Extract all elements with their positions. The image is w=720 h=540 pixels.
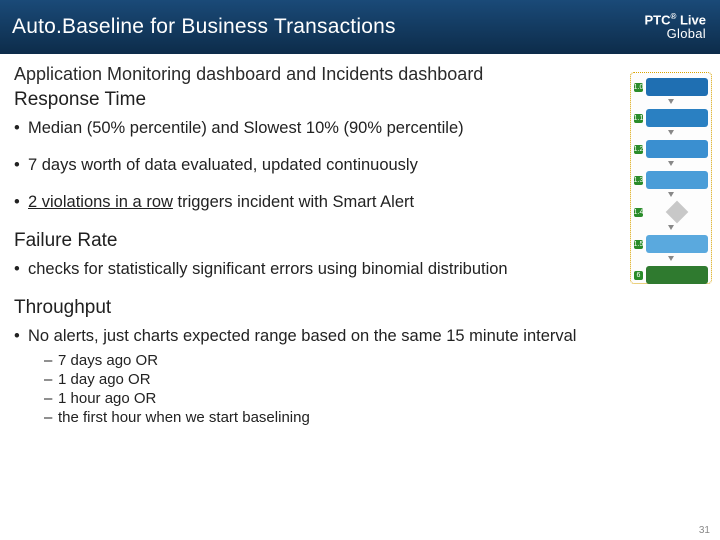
sub-bullet-item: 1 day ago OR xyxy=(28,371,706,388)
bullet-list-failure-rate: checks for statistically significant err… xyxy=(14,260,706,279)
section-heading-failure-rate: Failure Rate xyxy=(14,230,706,252)
flow-box xyxy=(646,140,708,158)
flowchart-sidebar: 1.0 1.1 1.2 1.3 1.4 1.5 6 xyxy=(630,72,712,284)
bullet-item: 7 days worth of data evaluated, updated … xyxy=(14,156,706,175)
flow-box xyxy=(646,78,708,96)
flow-step: 1.1 xyxy=(634,109,708,127)
flow-step: 1.5 xyxy=(634,235,708,253)
decision-diamond-icon xyxy=(666,201,689,224)
flow-box xyxy=(646,171,708,189)
bullet-item: No alerts, just charts expected range ba… xyxy=(14,327,706,426)
flow-box xyxy=(646,266,708,284)
slide-title: Auto.Baseline for Business Transactions xyxy=(12,15,396,39)
subtitle: Application Monitoring dashboard and Inc… xyxy=(14,64,706,85)
arrow-down-icon xyxy=(668,161,674,166)
section-heading-throughput: Throughput xyxy=(14,297,706,319)
arrow-down-icon xyxy=(668,192,674,197)
bullet-item: Median (50% percentile) and Slowest 10% … xyxy=(14,119,706,138)
bullet-list-throughput: No alerts, just charts expected range ba… xyxy=(14,327,706,426)
flow-box xyxy=(646,235,708,253)
bullet-item: 2 violations in a row triggers incident … xyxy=(14,193,706,212)
sub-bullet-item: the first hour when we start baselining xyxy=(28,409,706,426)
page-number: 31 xyxy=(699,525,710,536)
flow-step: 1.0 xyxy=(634,78,708,96)
section-heading-response-time: Response Time xyxy=(14,89,706,111)
sub-bullet-item: 1 hour ago OR xyxy=(28,390,706,407)
sub-bullet-item: 7 days ago OR xyxy=(28,352,706,369)
arrow-down-icon xyxy=(668,99,674,104)
flow-step: 1.3 xyxy=(634,171,708,189)
flow-step: 1.2 xyxy=(634,140,708,158)
brand-bottom: Global xyxy=(644,27,706,41)
bullet-list-response-time: Median (50% percentile) and Slowest 10% … xyxy=(14,119,706,212)
slide-header: Auto.Baseline for Business Transactions … xyxy=(0,0,720,54)
sub-bullet-list: 7 days ago OR 1 day ago OR 1 hour ago OR… xyxy=(28,352,706,426)
underlined-text: 2 violations in a row xyxy=(28,193,173,211)
flow-step: 1.4 xyxy=(634,202,708,222)
brand-logo: PTC® Live Global xyxy=(644,13,706,41)
brand-top: PTC® Live xyxy=(644,13,706,27)
bullet-item: checks for statistically significant err… xyxy=(14,260,706,279)
flow-box xyxy=(646,109,708,127)
slide-body: Application Monitoring dashboard and Inc… xyxy=(0,54,720,426)
arrow-down-icon xyxy=(668,256,674,261)
arrow-down-icon xyxy=(668,130,674,135)
arrow-down-icon xyxy=(668,225,674,230)
flow-step: 6 xyxy=(634,266,708,284)
